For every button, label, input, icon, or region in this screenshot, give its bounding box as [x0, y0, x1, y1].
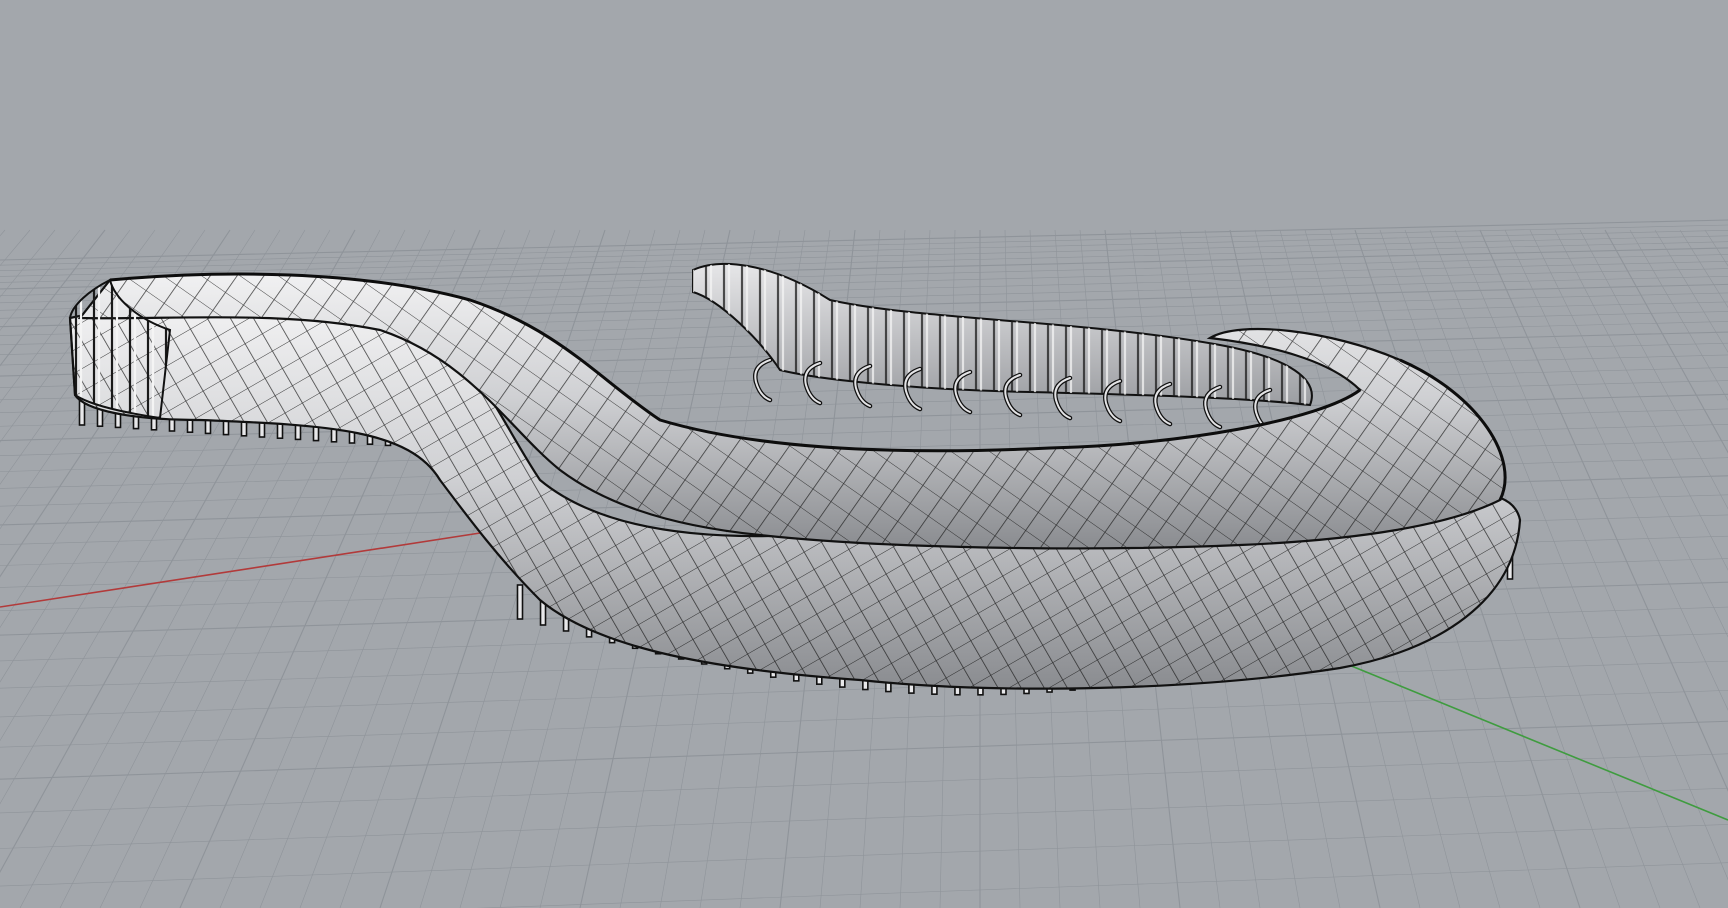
support-post [516, 584, 524, 620]
perspective-viewport[interactable] [0, 0, 1728, 908]
viewport-canvas[interactable] [0, 0, 1728, 908]
